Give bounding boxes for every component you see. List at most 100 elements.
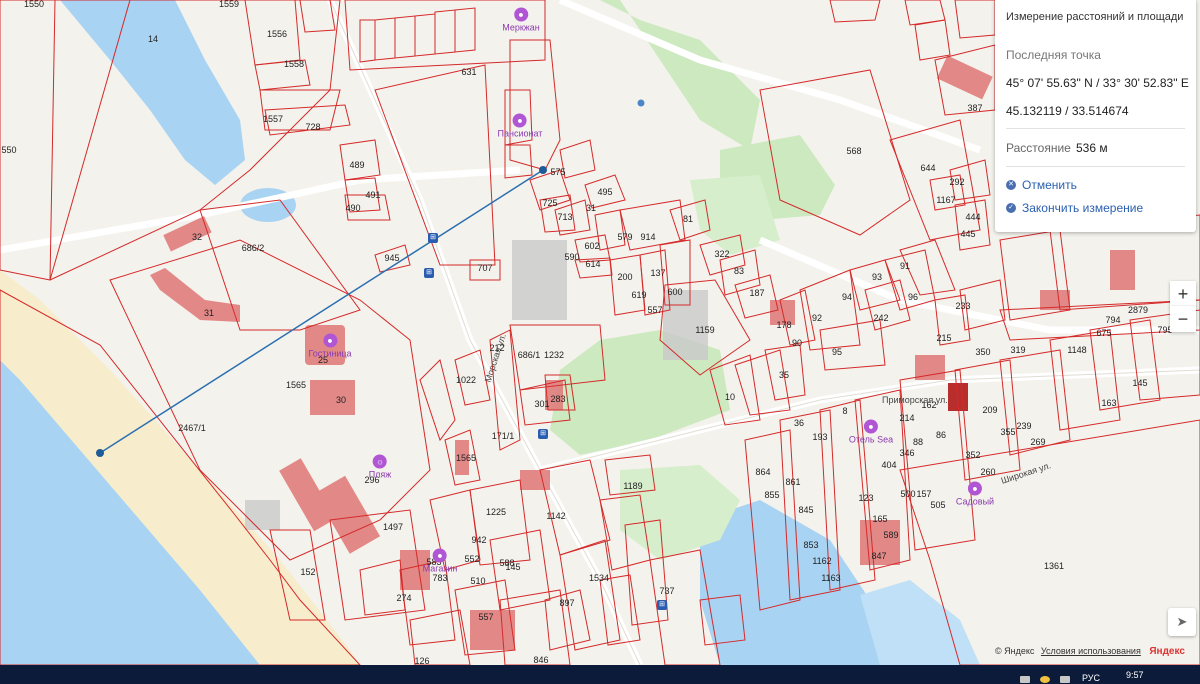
poi-marker[interactable]: ● Садовый xyxy=(956,481,994,507)
parcel-label: 200 xyxy=(617,272,633,282)
poi-marker[interactable]: ● Магазин xyxy=(422,548,458,574)
parcel-label: 355 xyxy=(1000,427,1016,437)
bus-stop-icon: ⊞ xyxy=(657,600,667,610)
parcel-label: 83 xyxy=(733,266,745,276)
parcel-label: 165 xyxy=(872,514,888,524)
tray-icon[interactable] xyxy=(1040,676,1050,683)
poi-marker[interactable]: ● Меркжан xyxy=(502,7,540,33)
parcel-label: 126 xyxy=(414,656,430,665)
parcel-label: 274 xyxy=(396,593,412,603)
parcel-label: 94 xyxy=(841,292,853,302)
parcel-label: 557 xyxy=(647,305,663,315)
poi-marker[interactable]: ● Отель Sea xyxy=(849,419,893,445)
parcel-label: 152 xyxy=(300,567,316,577)
parcel-label: 1167 xyxy=(936,195,956,205)
pin-icon: ● xyxy=(433,548,447,563)
parcel-label: 619 xyxy=(631,290,647,300)
language-indicator[interactable]: РУС xyxy=(1082,673,1100,683)
parcel-label: 14 xyxy=(147,34,159,44)
divider xyxy=(1006,166,1185,167)
pin-icon: ● xyxy=(323,333,337,348)
close-icon: ✕ xyxy=(1006,180,1016,190)
bus-stop-icon: ⊞ xyxy=(428,233,438,243)
parcel-label: 178 xyxy=(776,320,792,330)
parcel-label: 505 xyxy=(930,500,946,510)
finish-measure-button[interactable]: ✓ Закончить измерение xyxy=(1006,201,1143,215)
parcel-label: 1497 xyxy=(382,522,404,532)
copyright-text: © Яндекс xyxy=(995,646,1035,656)
parcel-label: 1565 xyxy=(285,380,307,390)
parcel-label: 233 xyxy=(955,301,971,311)
bus-stop-icon: ⊞ xyxy=(538,429,548,439)
parcel-label: 10 xyxy=(724,392,736,402)
poi-marker[interactable]: ☼ Пляж xyxy=(369,454,391,480)
zoom-in-button[interactable]: + xyxy=(1170,281,1196,307)
parcel-label: 575 xyxy=(550,167,566,177)
tray-icon[interactable] xyxy=(1060,676,1070,683)
distance-label: Расстояние xyxy=(1006,141,1071,155)
parcel-label: 579 xyxy=(617,232,633,242)
parcel-label: 600 xyxy=(667,287,683,297)
pin-icon: ● xyxy=(513,7,528,22)
parcel-label: 193 xyxy=(812,432,828,442)
parcel-label: 783 xyxy=(432,573,448,583)
parcel-label: 707 xyxy=(477,263,493,273)
measure-panel: Измерение расстояний и площади Последняя… xyxy=(995,0,1196,232)
parcel-label: 352 xyxy=(965,450,981,460)
distance-value: 536 м xyxy=(1076,141,1108,155)
parcel-label: 1550 xyxy=(23,0,45,9)
parcel-label: 1556 xyxy=(266,29,288,39)
parcel-label: 500 xyxy=(900,489,916,499)
parcel-label: 269 xyxy=(1030,437,1046,447)
parcel-label: 557 xyxy=(478,612,494,622)
parcel-label: 95 xyxy=(831,347,843,357)
poi-marker[interactable]: ● Пансионат xyxy=(497,113,543,139)
cancel-button[interactable]: ✕ Отменить xyxy=(1006,178,1077,192)
parcel-label: 92 xyxy=(811,313,823,323)
parcel-label: 8 xyxy=(842,406,848,416)
parcel-label: 686/2 xyxy=(241,243,265,253)
parcel-label: 728 xyxy=(305,122,321,132)
cancel-label: Отменить xyxy=(1022,178,1077,192)
terms-link[interactable]: Условия использования xyxy=(1041,646,1141,656)
parcel-label: 945 xyxy=(384,253,400,263)
parcel-label: 1557 xyxy=(262,114,284,124)
tray-icon[interactable] xyxy=(1020,676,1030,683)
parcel-label: 1534 xyxy=(588,573,610,583)
parcel-label: 86 xyxy=(935,430,947,440)
bus-stop-icon: ⊞ xyxy=(424,268,434,278)
parcel-label: 942 xyxy=(471,535,487,545)
parcel-label: 847 xyxy=(871,551,887,561)
poi-label: Магазин xyxy=(422,563,458,574)
parcel-label: 187 xyxy=(749,288,765,298)
parcel-label: 137 xyxy=(650,268,666,278)
parcel-label: 914 xyxy=(640,232,656,242)
parcel-label: 853 xyxy=(803,540,819,550)
parcel-label: 30 xyxy=(335,395,347,405)
street-label: Приморская ул. xyxy=(882,395,948,405)
system-clock[interactable]: 9:57 xyxy=(1126,670,1144,680)
parcel-label: 1163 xyxy=(821,573,841,583)
poi-label: Меркжан xyxy=(502,22,540,33)
parcel-label: 444 xyxy=(965,212,981,222)
navigation-arrow-icon: ➤ xyxy=(1176,614,1188,629)
parcel-label: 81 xyxy=(682,214,694,224)
parcel-label: 301 xyxy=(534,399,550,409)
parcel-label: 404 xyxy=(881,460,897,470)
parcel-label: 35 xyxy=(778,370,790,380)
parcel-label: 283 xyxy=(550,394,566,404)
parcel-label: 242 xyxy=(873,313,889,323)
parcel-label: 490 xyxy=(345,203,361,213)
parcel-label: 675 xyxy=(1096,328,1112,338)
zoom-out-button[interactable]: − xyxy=(1170,306,1196,332)
parcel-label: 209 xyxy=(982,405,998,415)
parcel-label: 1565 xyxy=(455,453,477,463)
parcel-label: 552 xyxy=(464,554,480,564)
parcel-label: 2467/1 xyxy=(178,423,206,433)
parcel-label: 36 xyxy=(793,418,805,428)
parcel-label: 495 xyxy=(597,187,613,197)
poi-label: Пансионат xyxy=(497,128,543,139)
parcel-label: 510 xyxy=(470,576,486,586)
locate-button[interactable]: ➤ xyxy=(1168,608,1196,636)
poi-marker[interactable]: ● Гостиница xyxy=(308,333,352,359)
